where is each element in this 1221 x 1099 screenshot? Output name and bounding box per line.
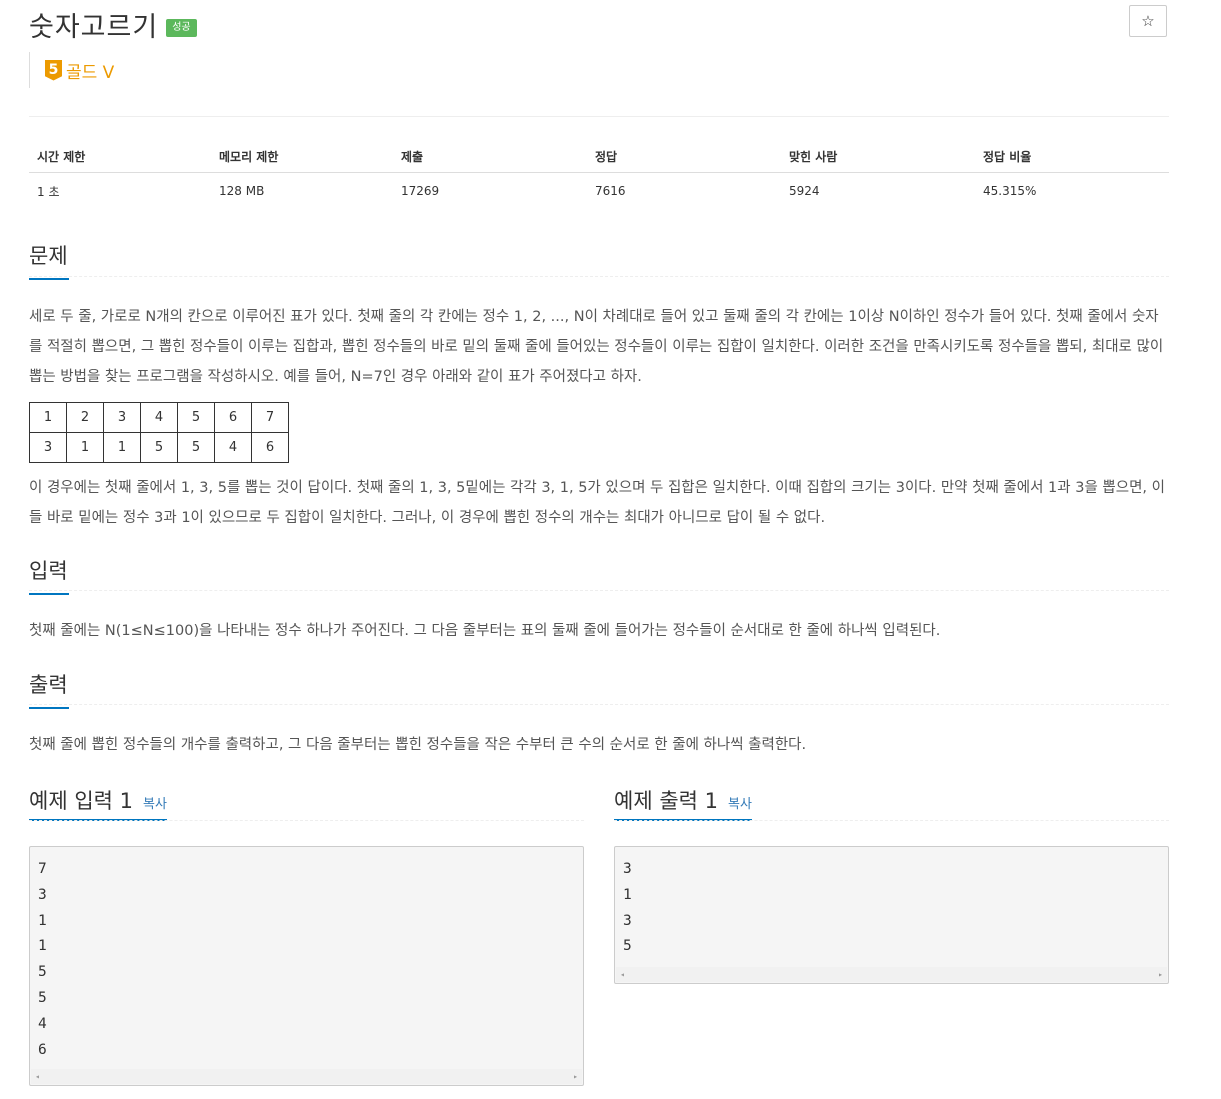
code-line: 3: [38, 886, 47, 903]
star-button[interactable]: ☆: [1129, 5, 1167, 37]
table-cell: 6: [251, 432, 289, 463]
table-cell: 4: [140, 402, 178, 433]
stats-header: 맞힌 사람: [789, 149, 838, 164]
stats-value: 1 초: [37, 184, 60, 199]
scroll-right-icon[interactable]: ▸: [1154, 970, 1167, 979]
heading-underline: [29, 707, 69, 709]
table-cell: 1: [29, 402, 67, 433]
table-cell: 7: [251, 402, 289, 433]
code-line: 7: [38, 861, 47, 877]
stats-value-row: 1 초 128 MB 17269 7616 5924 45.315%: [29, 173, 1169, 209]
code-line: 1: [38, 938, 47, 955]
table-cell: 3: [29, 432, 67, 463]
code-line: 5: [38, 964, 47, 981]
stats-header: 시간 제한: [37, 149, 86, 164]
horizontal-scrollbar[interactable]: ◂ ▸: [31, 1069, 582, 1084]
example-table: 1 2 3 4 5 6 7 3 1 1 5 5 4 6: [29, 402, 289, 463]
table-row: 1 2 3 4 5 6 7: [29, 402, 289, 433]
code-line: 6: [38, 1041, 47, 1058]
stats-header: 정답: [595, 149, 618, 164]
stats-value: 7616: [595, 184, 626, 198]
title-row: 숫자고르기 성공: [29, 6, 197, 43]
horizontal-scrollbar[interactable]: ◂ ▸: [616, 967, 1167, 982]
divider: [29, 116, 1169, 117]
sample-input-box[interactable]: 7 3 1 1 5 5 4 6 ◂ ▸: [29, 846, 584, 1086]
section-divider: [29, 276, 1169, 277]
copy-input-button[interactable]: 복사: [143, 793, 167, 812]
problem-section-title: 문제: [29, 240, 69, 280]
problem-heading: 문제: [29, 244, 68, 268]
sample-input-heading: 예제 입력 1: [29, 789, 133, 813]
code-line: 4: [38, 1015, 47, 1032]
sample-output-title: 예제 출력 1 복사: [614, 785, 752, 815]
scroll-left-icon[interactable]: ◂: [616, 970, 629, 979]
scroll-right-icon[interactable]: ▸: [569, 1072, 582, 1081]
tier-label: 골드 V: [66, 62, 115, 83]
status-badge: 성공: [166, 19, 197, 37]
output-heading: 출력: [29, 673, 68, 697]
sample-output-box[interactable]: 3 1 3 5 ◂ ▸: [614, 846, 1169, 984]
table-cell: 4: [214, 432, 252, 463]
table-cell: 5: [177, 432, 215, 463]
problem-explanation: 이 경우에는 첫째 줄에서 1, 3, 5를 뽑는 것이 답이다. 첫째 줄의 …: [29, 480, 1165, 526]
code-line: 1: [623, 886, 632, 903]
table-cell: 6: [214, 402, 252, 433]
code-line: 3: [623, 912, 632, 929]
problem-description: 세로 두 줄, 가로로 N개의 칸으로 이루어진 표가 있다. 첫째 줄의 각 …: [29, 309, 1164, 385]
heading-underline: [29, 593, 69, 595]
tier-box: 5 골드 V: [29, 52, 114, 88]
output-section-title: 출력: [29, 669, 69, 709]
table-cell: 3: [103, 402, 141, 433]
copy-output-button[interactable]: 복사: [728, 793, 752, 812]
problem-title: 숫자고르기: [29, 11, 159, 43]
code-line: 3: [623, 861, 632, 877]
stats-value: 128 MB: [219, 184, 265, 198]
section-divider: [614, 820, 1169, 821]
stats-header: 제출: [401, 149, 424, 164]
stats-value: 5924: [789, 184, 820, 198]
sample-output-heading: 예제 출력 1: [614, 789, 718, 813]
table-cell: 5: [140, 432, 178, 463]
stats-header: 정답 비율: [983, 149, 1032, 164]
table-cell: 1: [66, 432, 104, 463]
tier-icon: 5: [45, 59, 62, 81]
table-row: 3 1 1 5 5 4 6: [29, 432, 289, 463]
section-divider: [29, 820, 584, 821]
section-divider: [29, 704, 1169, 705]
heading-underline: [29, 278, 69, 280]
input-section-title: 입력: [29, 555, 69, 595]
table-cell: 2: [66, 402, 104, 433]
input-description: 첫째 줄에는 N(1≤N≤100)을 나타내는 정수 하나가 주어진다. 그 다…: [29, 623, 941, 639]
table-cell: 5: [177, 402, 215, 433]
sample-input-title: 예제 입력 1 복사: [29, 785, 167, 815]
stats-value: 17269: [401, 184, 440, 198]
input-heading: 입력: [29, 559, 68, 583]
code-line: 1: [38, 912, 47, 929]
code-line: 5: [38, 989, 47, 1006]
scroll-left-icon[interactable]: ◂: [31, 1072, 44, 1081]
stats-value: 45.315%: [983, 184, 1037, 198]
output-description: 첫째 줄에 뽑힌 정수들의 개수를 출력하고, 그 다음 줄부터는 뽑힌 정수들…: [29, 737, 807, 753]
stats-header-row: 시간 제한 메모리 제한 제출 정답 맞힌 사람 정답 비율: [29, 140, 1169, 173]
section-divider: [29, 590, 1169, 591]
table-cell: 1: [103, 432, 141, 463]
stats-table: 시간 제한 메모리 제한 제출 정답 맞힌 사람 정답 비율 1 초 128 M…: [29, 140, 1169, 209]
stats-header: 메모리 제한: [219, 149, 279, 164]
code-line: 5: [623, 938, 632, 955]
star-icon: ☆: [1141, 12, 1155, 30]
